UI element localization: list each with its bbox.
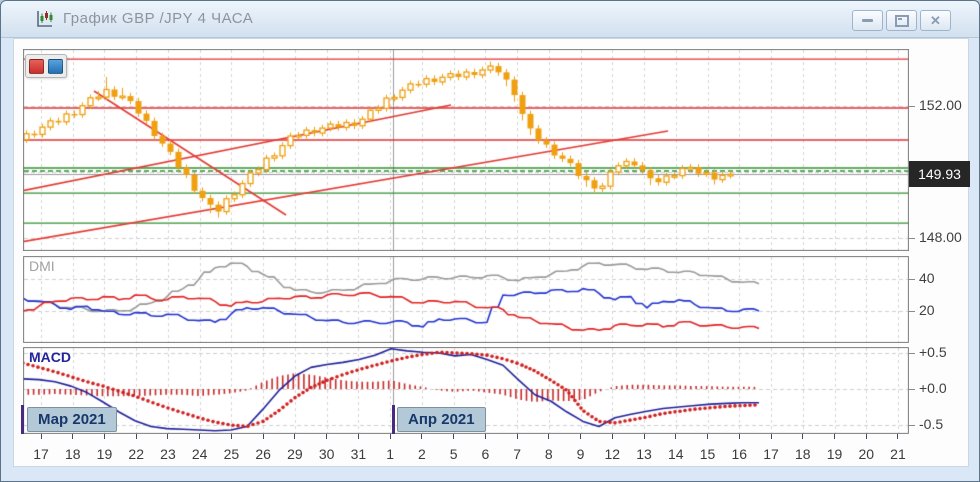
month-divider-mar: [21, 405, 24, 434]
x-axis-tick: [136, 434, 137, 439]
x-axis-label: 19: [91, 446, 117, 462]
dmi-panel[interactable]: [23, 256, 909, 343]
price-axis-tick: [909, 238, 915, 239]
x-axis-label: 15: [695, 446, 721, 462]
close-icon: ✕: [930, 14, 941, 27]
x-axis-tick: [199, 434, 200, 439]
maximize-button[interactable]: [886, 10, 917, 31]
macd-panel-label: MACD: [29, 349, 71, 365]
x-axis-tick: [453, 434, 454, 439]
x-axis-label: 23: [155, 446, 181, 462]
x-axis-label: 22: [123, 446, 149, 462]
x-axis-label: 16: [726, 446, 752, 462]
x-axis-tick: [834, 434, 835, 439]
close-button[interactable]: ✕: [920, 10, 951, 31]
minimize-icon: [862, 19, 873, 22]
macd-axis-tick: [909, 425, 915, 426]
x-axis-label: 31: [345, 446, 371, 462]
x-axis-label: 24: [187, 446, 213, 462]
x-axis-label: 14: [663, 446, 689, 462]
x-axis-tick: [263, 434, 264, 439]
chart-icon: [35, 9, 55, 29]
current-price-tag: 149.93: [909, 161, 970, 187]
main-chart-canvas[interactable]: [23, 49, 909, 251]
x-axis-tick: [771, 434, 772, 439]
x-axis-tick: [485, 434, 486, 439]
x-axis-label: 30: [314, 446, 340, 462]
x-axis-tick: [612, 434, 613, 439]
x-axis-label: 2: [409, 446, 435, 462]
x-axis-tick: [167, 434, 168, 439]
x-axis-label: 25: [218, 446, 244, 462]
x-axis-tick: [580, 434, 581, 439]
x-axis-tick: [326, 434, 327, 439]
minimize-button[interactable]: [852, 10, 883, 31]
x-axis-label: 8: [536, 446, 562, 462]
dmi-axis-tick: [909, 311, 915, 312]
x-axis-tick: [644, 434, 645, 439]
maximize-icon: [895, 15, 909, 27]
x-axis-tick: [675, 434, 676, 439]
x-axis-label: 29: [282, 446, 308, 462]
dmi-axis-label: 40: [919, 270, 935, 286]
x-axis-label: 20: [853, 446, 879, 462]
x-axis-tick: [802, 434, 803, 439]
x-axis-label: 18: [790, 446, 816, 462]
price-axis-label: 152.00: [919, 97, 962, 113]
month-label-apr: Апр 2021: [397, 407, 486, 432]
blue-series-button[interactable]: [48, 59, 63, 74]
x-axis-label: 6: [472, 446, 498, 462]
x-axis-label: 17: [28, 446, 54, 462]
x-axis-tick: [707, 434, 708, 439]
x-axis-label: 17: [758, 446, 784, 462]
x-axis-tick: [294, 434, 295, 439]
title-bar[interactable]: График GBP /JPY 4 ЧАСА ✕: [1, 1, 979, 38]
x-axis-tick: [897, 434, 898, 439]
red-series-button[interactable]: [29, 59, 44, 74]
x-axis-tick: [41, 434, 42, 439]
x-axis-tick: [517, 434, 518, 439]
x-axis-label: 7: [504, 446, 530, 462]
macd-axis-label: +0.0: [919, 380, 947, 396]
main-chart-panel[interactable]: [23, 49, 909, 251]
month-divider-apr: [392, 405, 395, 434]
dmi-canvas[interactable]: [23, 256, 909, 343]
dmi-panel-label: DMI: [29, 258, 55, 274]
x-axis-tick: [104, 434, 105, 439]
x-axis-label: 5: [441, 446, 467, 462]
macd-axis-tick: [909, 353, 915, 354]
x-axis-label: 9: [568, 446, 594, 462]
x-axis-tick: [421, 434, 422, 439]
x-axis-tick: [390, 434, 391, 439]
x-axis-label: 1: [377, 446, 403, 462]
x-axis-tick: [739, 434, 740, 439]
x-axis-label: 12: [599, 446, 625, 462]
macd-axis-label: +0.5: [919, 344, 947, 360]
price-axis-tick: [909, 106, 915, 107]
dmi-axis-label: 20: [919, 302, 935, 318]
x-axis-label: 13: [631, 446, 657, 462]
series-toolbar: [25, 54, 67, 78]
window-title: График GBP /JPY 4 ЧАСА: [63, 10, 253, 27]
price-axis-label: 148.00: [919, 229, 962, 245]
x-axis-label: 26: [250, 446, 276, 462]
x-axis-tick: [866, 434, 867, 439]
x-axis-tick: [358, 434, 359, 439]
x-axis-tick: [548, 434, 549, 439]
month-label-mar: Мар 2021: [27, 407, 117, 432]
x-axis-label: 19: [822, 446, 848, 462]
chart-window: График GBP /JPY 4 ЧАСА ✕ DMI MACD 149.93…: [0, 0, 980, 482]
x-axis-tick: [72, 434, 73, 439]
macd-axis-label: -0.5: [919, 416, 943, 432]
dmi-axis-tick: [909, 279, 915, 280]
x-axis-tick: [231, 434, 232, 439]
x-axis-label: 18: [60, 446, 86, 462]
x-axis-label: 21: [885, 446, 911, 462]
macd-axis-tick: [909, 389, 915, 390]
